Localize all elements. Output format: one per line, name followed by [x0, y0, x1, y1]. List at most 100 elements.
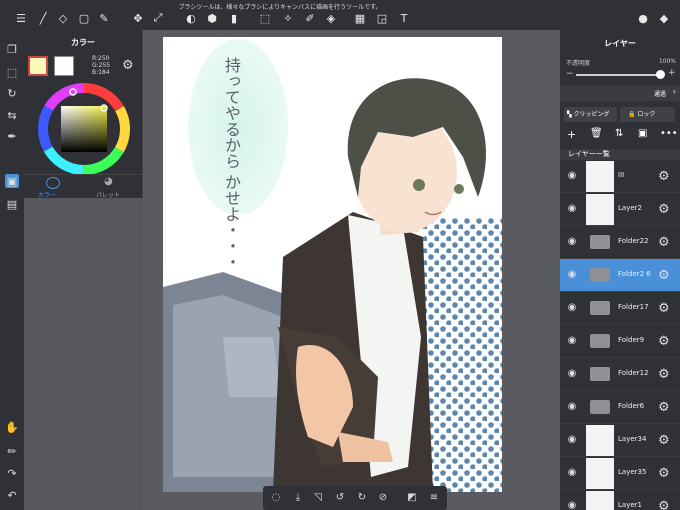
- transform-tool-icon[interactable]: ⤢: [151, 11, 165, 25]
- color-settings-gear-icon[interactable]: ⚙: [122, 58, 134, 73]
- folder-icon: [590, 235, 610, 249]
- eye-icon[interactable]: ◉: [565, 467, 579, 479]
- layer-settings-gear-icon[interactable]: ⚙: [658, 268, 670, 283]
- primary-color-swatch[interactable]: [28, 56, 48, 76]
- move-tool-icon[interactable]: ✥: [131, 11, 145, 25]
- export-icon[interactable]: ⤓: [291, 491, 305, 505]
- blend-mode-value: 通過: [653, 91, 666, 98]
- eye-icon[interactable]: ◉: [565, 335, 579, 347]
- brush-tool-icon[interactable]: ╱: [36, 11, 50, 25]
- eye-icon[interactable]: ◉: [565, 236, 579, 248]
- magic-wand-icon[interactable]: ✧: [281, 11, 295, 25]
- eye-icon[interactable]: ◉: [565, 302, 579, 314]
- select-all-icon[interactable]: ⬚: [5, 65, 19, 79]
- color-tab[interactable]: カラー: [38, 190, 56, 199]
- eraser-tool-icon[interactable]: ◇: [56, 11, 70, 25]
- fill-tool-icon[interactable]: ◐: [184, 11, 198, 25]
- layer-settings-gear-icon[interactable]: ⚙: [658, 466, 670, 481]
- opacity-plus-icon[interactable]: +: [668, 68, 676, 78]
- layer-settings-gear-icon[interactable]: ⚙: [658, 202, 670, 217]
- speech-line-1: 持ってやるから: [222, 57, 241, 169]
- eyedropper-icon[interactable]: ✏: [5, 444, 19, 458]
- text-tool-icon[interactable]: T: [397, 11, 411, 25]
- hand-tool-icon[interactable]: ✋: [5, 420, 19, 434]
- layer-image-icon[interactable]: ▣: [638, 128, 647, 139]
- menu-icon[interactable]: ☰: [14, 11, 28, 25]
- layer-row[interactable]: ◉ Folder2 6 ⚙: [560, 259, 680, 292]
- more-options-icon[interactable]: •••: [660, 128, 678, 139]
- opacity-minus-icon[interactable]: −: [566, 69, 574, 79]
- eye-icon[interactable]: ◉: [565, 434, 579, 446]
- reorder-layer-icon[interactable]: ⇅: [615, 128, 623, 139]
- color-tab-icon[interactable]: [46, 177, 60, 189]
- secondary-color-swatch[interactable]: [54, 56, 74, 76]
- color-panel-toggle-icon[interactable]: ▣: [5, 174, 19, 188]
- opacity-slider-knob[interactable]: [656, 70, 665, 79]
- eye-icon[interactable]: ◉: [565, 368, 579, 380]
- layer-settings-gear-icon[interactable]: ⚙: [658, 169, 670, 184]
- clipping-button[interactable]: ▚ クリッピング: [564, 107, 617, 122]
- eye-icon[interactable]: ◉: [565, 170, 579, 182]
- delete-layer-icon[interactable]: 🗑: [590, 128, 603, 139]
- rectangle-tool-icon[interactable]: ▢: [77, 11, 91, 25]
- smudge-tool-icon[interactable]: ✎: [97, 11, 111, 25]
- eye-icon[interactable]: ◉: [565, 269, 579, 281]
- layer-row[interactable]: ◉ Folder22 ⚙: [560, 226, 680, 259]
- rotate-left-icon[interactable]: ↺: [333, 491, 347, 505]
- select-eraser-icon[interactable]: ◈: [324, 11, 338, 25]
- frame-divider-icon[interactable]: ▦: [353, 11, 367, 25]
- eye-icon[interactable]: ◉: [565, 401, 579, 413]
- opacity-slider[interactable]: [576, 74, 662, 76]
- layer-row[interactable]: ◉ Layer34 ⚙: [560, 424, 680, 457]
- layer-row[interactable]: ◉ Layer35 ⚙: [560, 457, 680, 490]
- snap-icon[interactable]: ◌: [269, 491, 283, 505]
- ruler-icon[interactable]: ◲: [375, 11, 389, 25]
- layer-settings-gear-icon[interactable]: ⚙: [658, 334, 670, 349]
- canvas-flip-icon[interactable]: ◹: [311, 491, 325, 505]
- speech-text: 持ってやるから かせよ・・・: [221, 57, 241, 270]
- layer-settings-gear-icon[interactable]: ⚙: [658, 301, 670, 316]
- panel-icon[interactable]: ▤: [5, 197, 19, 211]
- rotate-right-icon[interactable]: ↻: [355, 491, 369, 505]
- select-pen-icon[interactable]: ✐: [303, 11, 317, 25]
- select-tool-icon[interactable]: ⬚: [258, 11, 272, 25]
- blend-mode-select[interactable]: 通過 ›: [560, 85, 680, 101]
- edit-icon[interactable]: ◩: [405, 491, 419, 505]
- undo-icon[interactable]: ↶: [5, 488, 19, 502]
- layer-settings-gear-icon[interactable]: ⚙: [658, 367, 670, 382]
- layer-thumbnail: [586, 161, 614, 192]
- copy-icon[interactable]: ❐: [5, 42, 19, 56]
- lock-button[interactable]: 🔒 ロック: [620, 107, 675, 122]
- layer-row[interactable]: ◉ III ⚙: [560, 160, 680, 193]
- layer-row[interactable]: ◉ Layer2 ⚙: [560, 193, 680, 226]
- layer-settings-gear-icon[interactable]: ⚙: [658, 433, 670, 448]
- bucket-tool-icon[interactable]: ⬢: [205, 11, 219, 25]
- canvas-paper[interactable]: 持ってやるから かせよ・・・: [163, 37, 502, 492]
- green-value: G:255: [92, 62, 111, 69]
- palette-tab-icon[interactable]: ◕: [104, 176, 113, 187]
- palette-tab[interactable]: パレット: [96, 190, 120, 199]
- canvas-area[interactable]: 持ってやるから かせよ・・・: [143, 30, 560, 510]
- redo-icon[interactable]: ↷: [5, 466, 19, 480]
- no-rotate-icon[interactable]: ⊘: [376, 491, 390, 505]
- pen-icon[interactable]: ✒: [5, 129, 19, 143]
- layer-row[interactable]: ◉ Folder6 ⚙: [560, 391, 680, 424]
- eye-icon[interactable]: ◉: [565, 500, 579, 510]
- layer-settings-gear-icon[interactable]: ⚙: [658, 400, 670, 415]
- layer-row[interactable]: ◉ Folder17 ⚙: [560, 292, 680, 325]
- comment-icon[interactable]: ●: [636, 11, 650, 25]
- flip-icon[interactable]: ⇆: [5, 108, 19, 122]
- rgb-readout: R:250 G:255 B:184: [92, 55, 110, 76]
- bottom-menu-icon[interactable]: ≡: [427, 491, 441, 505]
- layer-settings-gear-icon[interactable]: ⚙: [658, 235, 670, 250]
- gradient-tool-icon[interactable]: ▮: [227, 11, 241, 25]
- rotate-icon[interactable]: ↻: [5, 86, 19, 100]
- layer-row[interactable]: ◉ Layer1 ⚙: [560, 490, 680, 510]
- eye-icon[interactable]: ◉: [565, 203, 579, 215]
- add-layer-icon[interactable]: +: [567, 128, 576, 141]
- color-wheel[interactable]: [37, 82, 131, 176]
- layers-toggle-icon[interactable]: ◆: [657, 11, 671, 25]
- layer-row[interactable]: ◉ Folder12 ⚙: [560, 358, 680, 391]
- layer-row[interactable]: ◉ Folder9 ⚙: [560, 325, 680, 358]
- layer-settings-gear-icon[interactable]: ⚙: [658, 499, 670, 510]
